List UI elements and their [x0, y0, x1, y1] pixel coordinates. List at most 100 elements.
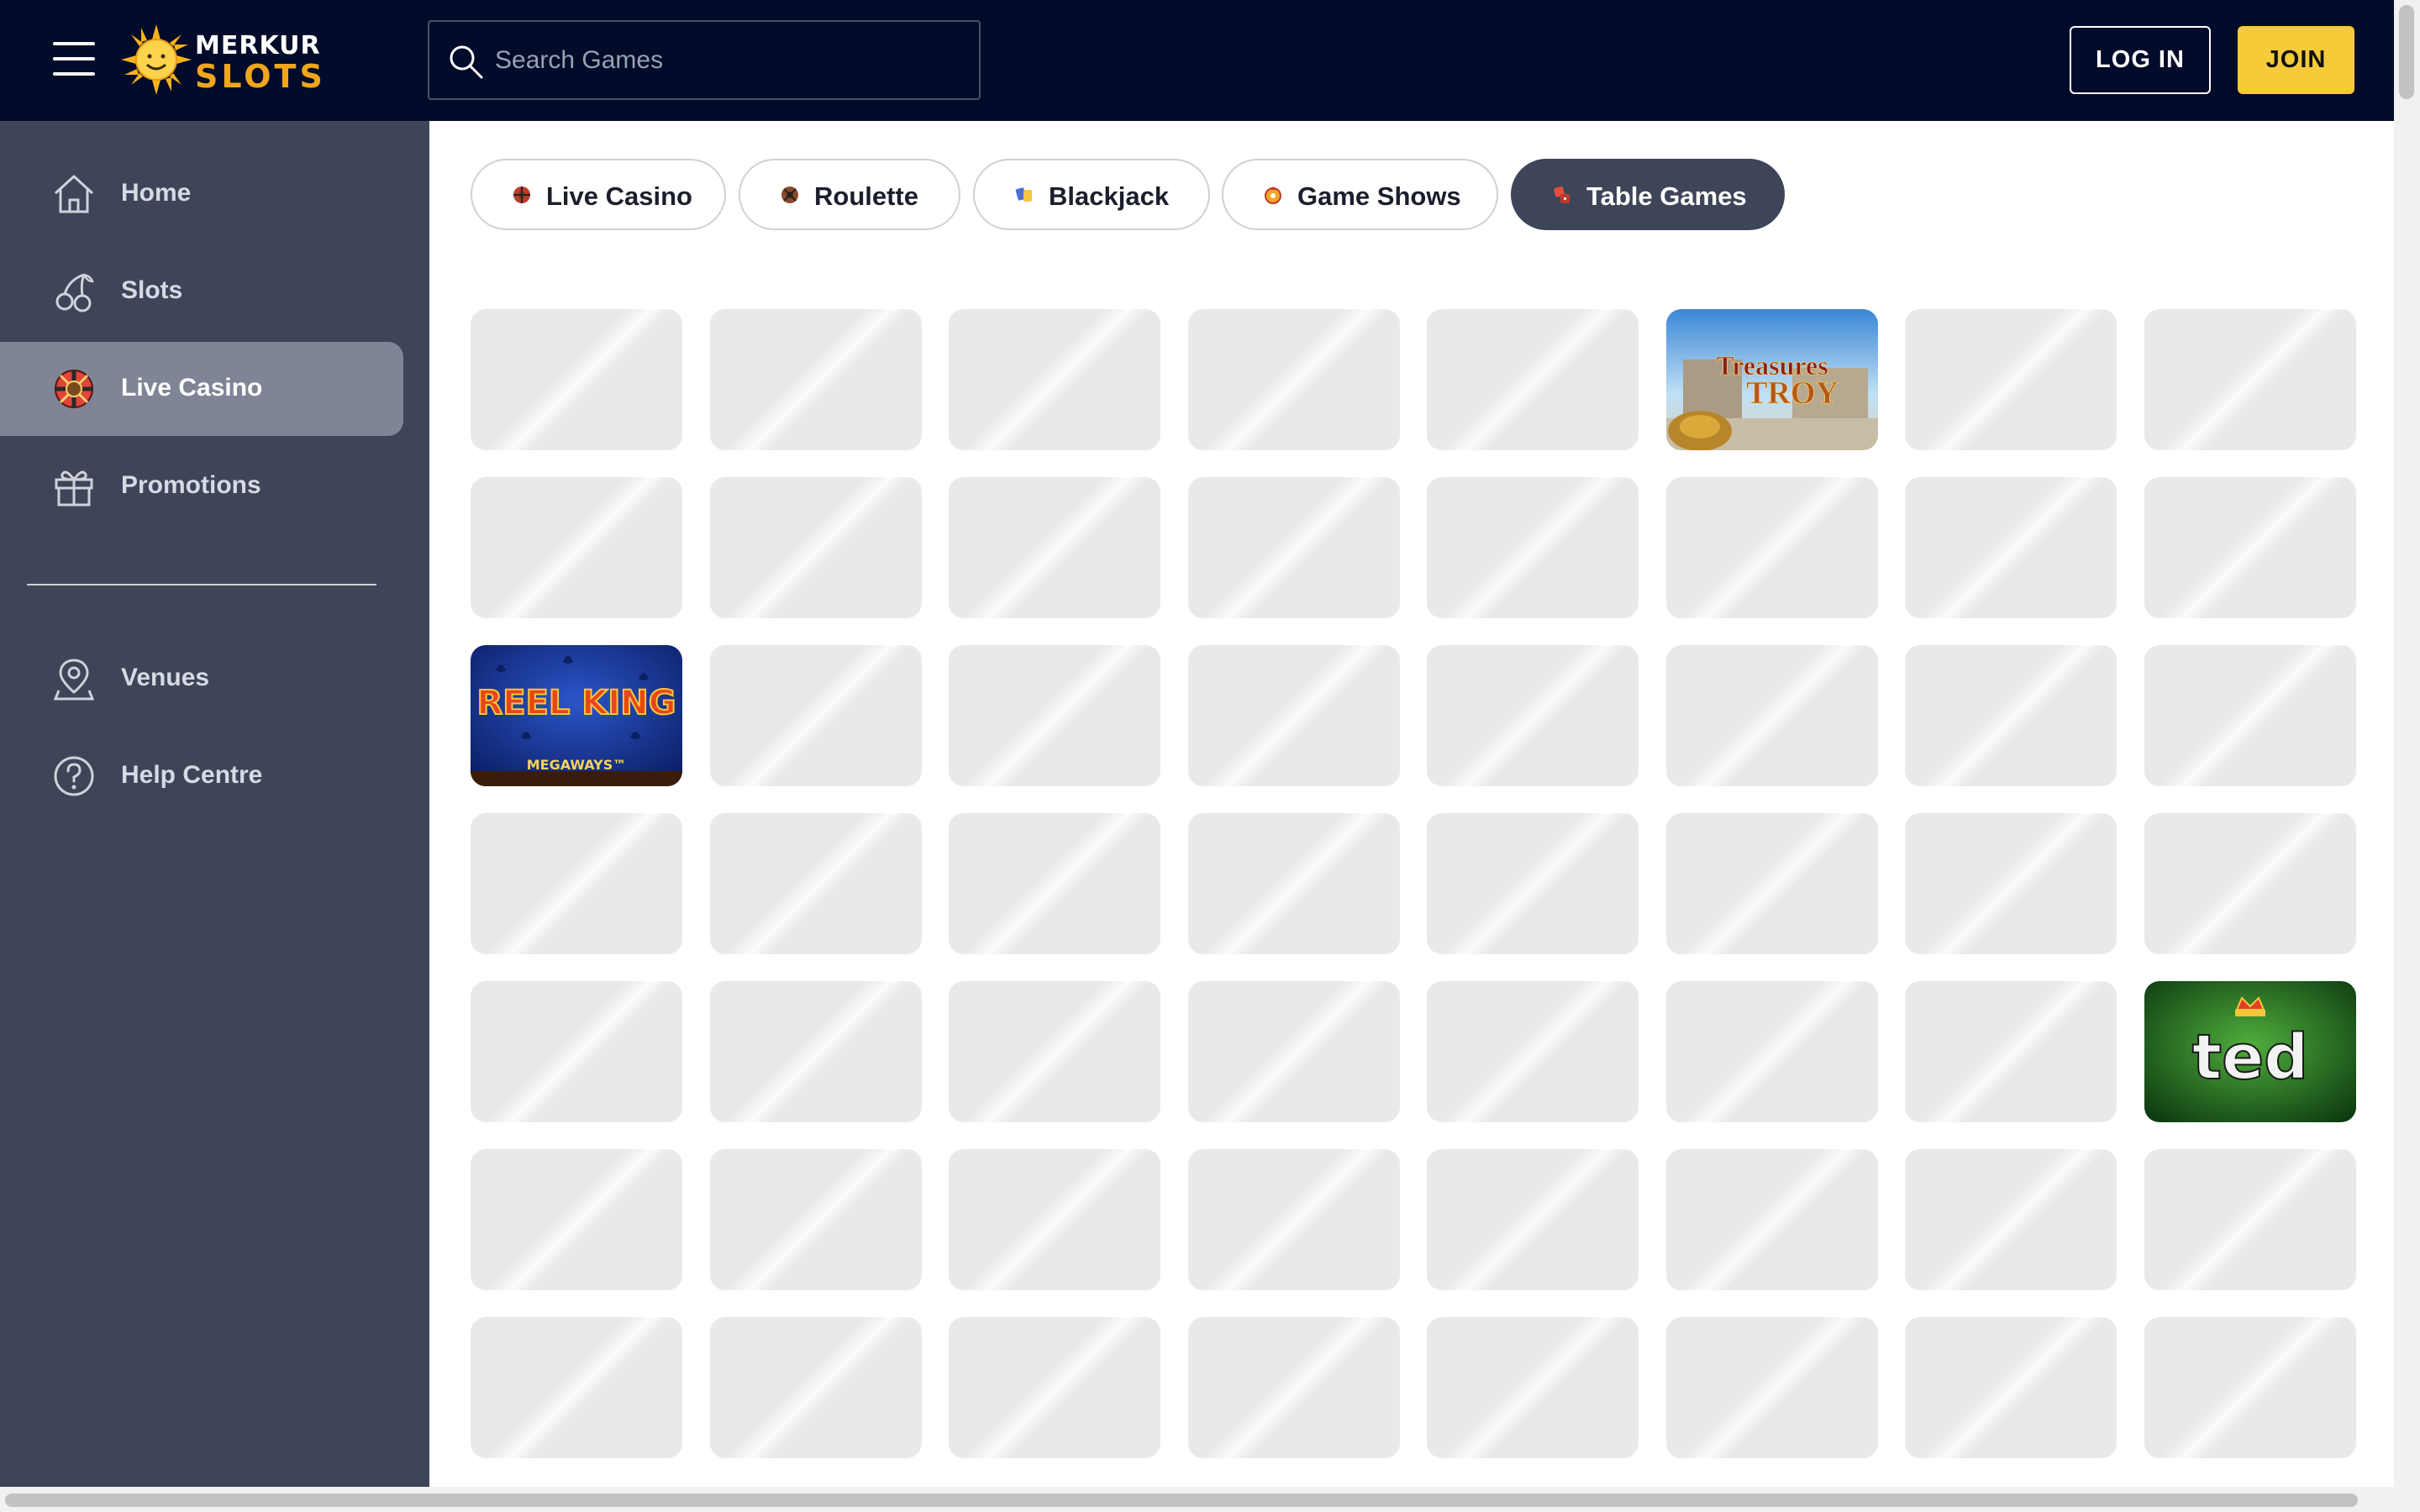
game-tile[interactable]	[1905, 1149, 2117, 1290]
sidebar-item-help-centre[interactable]: Help Centre	[0, 729, 403, 823]
game-tile[interactable]	[1188, 813, 1400, 954]
game-tile[interactable]	[2144, 645, 2356, 786]
game-tile[interactable]	[1427, 1149, 1639, 1290]
game-tile[interactable]	[710, 309, 922, 450]
sidebar-item-live-casino[interactable]: Live Casino	[0, 342, 403, 436]
sidebar-item-label: Promotions	[121, 471, 261, 499]
game-tile[interactable]	[1666, 1149, 1878, 1290]
sidebar: Home Slots Live Casino Promotions Venues…	[0, 121, 429, 1512]
game-tile[interactable]	[1905, 1317, 2117, 1458]
game-tile[interactable]	[1905, 981, 2117, 1122]
game-tile[interactable]	[1666, 477, 1878, 618]
game-tile[interactable]	[710, 1317, 922, 1458]
sun-logo-icon	[121, 24, 192, 95]
sidebar-item-venues[interactable]: Venues	[0, 632, 403, 726]
game-tile[interactable]	[949, 1149, 1160, 1290]
game-tile[interactable]	[1666, 645, 1878, 786]
game-tile[interactable]	[1666, 813, 1878, 954]
category-label: Table Games	[1586, 181, 1747, 211]
game-tile[interactable]	[949, 309, 1160, 450]
game-tile[interactable]	[471, 981, 682, 1122]
join-button[interactable]: JOIN	[2238, 26, 2354, 94]
game-tile[interactable]	[1427, 309, 1639, 450]
game-tile[interactable]	[949, 813, 1160, 954]
vertical-scrollbar-thumb[interactable]	[2399, 5, 2414, 99]
horizontal-scrollbar-thumb[interactable]	[5, 1494, 2358, 1507]
category-game-shows[interactable]: Game Shows	[1222, 159, 1498, 230]
dice-icon	[1554, 186, 1570, 203]
game-tile[interactable]	[2144, 309, 2356, 450]
category-live-casino[interactable]: Live Casino	[471, 159, 726, 230]
help-circle-icon	[54, 756, 94, 796]
logo-text-slots: SLOTS	[195, 58, 326, 95]
game-tile[interactable]	[710, 813, 922, 954]
location-pin-icon	[53, 659, 95, 701]
game-tile[interactable]	[1188, 645, 1400, 786]
sidebar-item-label: Help Centre	[121, 761, 263, 789]
game-tile[interactable]	[471, 477, 682, 618]
category-label: Live Casino	[546, 181, 692, 211]
game-tile[interactable]	[710, 981, 922, 1122]
game-tile[interactable]	[1905, 813, 2117, 954]
logo-text-merkur: MERKUR	[195, 31, 321, 60]
search-icon	[450, 45, 483, 79]
game-tile[interactable]	[471, 1317, 682, 1458]
game-tile[interactable]	[949, 1317, 1160, 1458]
category-roulette[interactable]: Roulette	[739, 159, 960, 230]
category-table-games[interactable]: Table Games	[1511, 159, 1785, 230]
game-tile[interactable]: ted	[2144, 981, 2356, 1122]
thumbnail-title: REEL KING	[476, 684, 676, 722]
menu-icon[interactable]	[53, 42, 95, 76]
sidebar-divider	[27, 584, 376, 585]
game-tile[interactable]	[2144, 1317, 2356, 1458]
log-in-button[interactable]: LOG IN	[2070, 26, 2211, 94]
game-tile[interactable]	[710, 1149, 922, 1290]
game-tile[interactable]	[1666, 981, 1878, 1122]
game-tile[interactable]	[1188, 1317, 1400, 1458]
sidebar-item-promotions[interactable]: Promotions	[0, 439, 403, 533]
sidebar-item-home[interactable]: Home	[0, 147, 403, 241]
search-box[interactable]	[428, 20, 981, 100]
horizontal-scrollbar[interactable]	[0, 1487, 2420, 1512]
game-tile[interactable]	[1427, 981, 1639, 1122]
game-tile[interactable]: Treasures TROY	[1666, 309, 1878, 450]
game-tile[interactable]	[1188, 1149, 1400, 1290]
game-tile[interactable]	[1427, 1317, 1639, 1458]
game-tile[interactable]	[949, 981, 1160, 1122]
wheel-icon	[1265, 186, 1281, 204]
top-navigation-bar: MERKUR SLOTS LOG IN JOIN	[0, 0, 2394, 121]
game-tile[interactable]	[471, 813, 682, 954]
game-tile[interactable]	[710, 477, 922, 618]
game-tile[interactable]	[471, 1149, 682, 1290]
vertical-scrollbar[interactable]	[2394, 0, 2420, 1487]
game-tile[interactable]	[1905, 477, 2117, 618]
game-tile[interactable]	[1188, 981, 1400, 1122]
merkur-slots-logo[interactable]: MERKUR SLOTS	[121, 23, 323, 97]
home-icon	[54, 175, 94, 213]
game-tile[interactable]	[2144, 1149, 2356, 1290]
game-tile[interactable]	[949, 645, 1160, 786]
thumbnail-subtitle: TROY	[1746, 375, 1839, 411]
game-tile[interactable]	[1666, 1317, 1878, 1458]
game-tile[interactable]	[1905, 645, 2117, 786]
category-blackjack[interactable]: Blackjack	[973, 159, 1210, 230]
game-tile[interactable]	[1427, 477, 1639, 618]
game-tile[interactable]	[1905, 309, 2117, 450]
search-input[interactable]	[495, 39, 965, 82]
game-tile[interactable]: REEL KING MEGAWAYS™	[471, 645, 682, 786]
game-tile[interactable]	[471, 309, 682, 450]
treasures-of-troy-thumbnail: Treasures TROY	[1666, 309, 1878, 450]
game-tile[interactable]	[949, 477, 1160, 618]
game-tile[interactable]	[1427, 813, 1639, 954]
game-tile[interactable]	[710, 645, 922, 786]
sidebar-item-label: Slots	[121, 276, 183, 304]
sidebar-item-slots[interactable]: Slots	[0, 244, 403, 339]
main-content: Live Casino Roulette Blackjack Game Show…	[429, 121, 2394, 1487]
game-tile[interactable]	[1188, 309, 1400, 450]
game-tile[interactable]	[1427, 645, 1639, 786]
game-tile[interactable]	[2144, 813, 2356, 954]
gift-icon	[55, 470, 93, 507]
game-tile[interactable]	[2144, 477, 2356, 618]
game-tile[interactable]	[1188, 477, 1400, 618]
reel-king-megaways-thumbnail: REEL KING MEGAWAYS™	[471, 645, 682, 786]
